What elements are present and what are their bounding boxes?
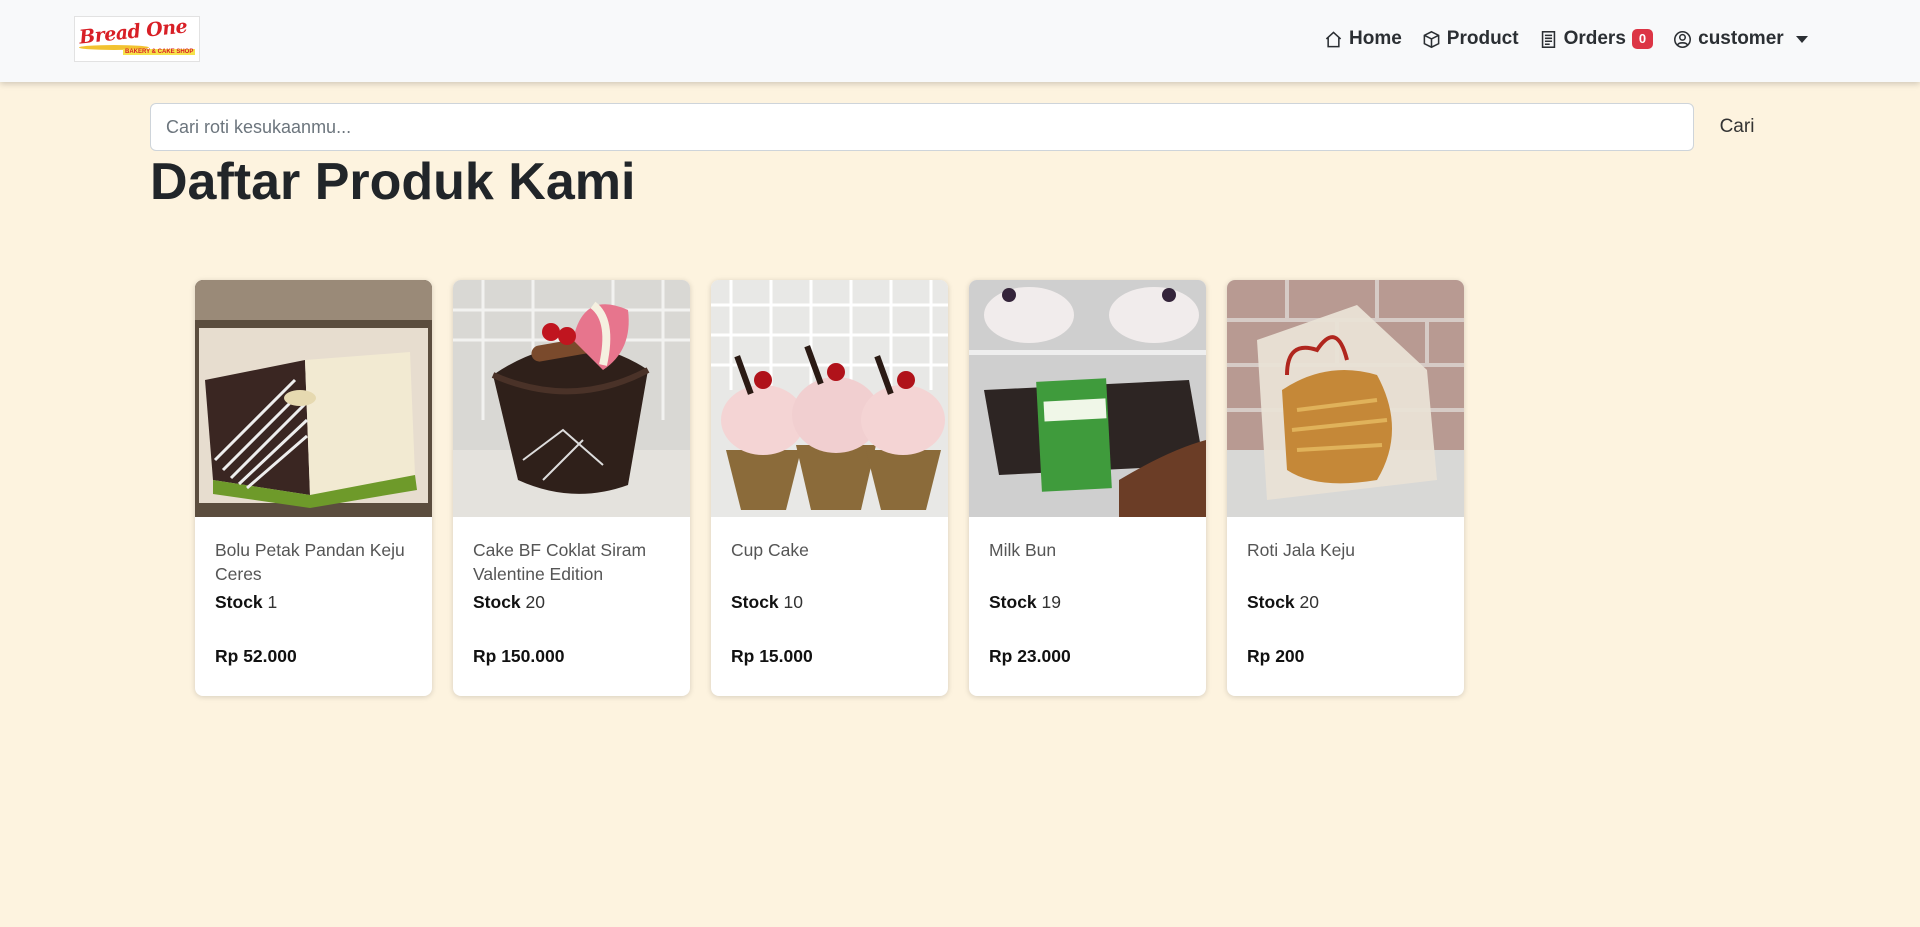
product-image	[1227, 280, 1464, 517]
stock-value: 20	[1299, 592, 1319, 612]
stock-value: 1	[267, 592, 278, 612]
product-card[interactable]: Cup Cake Stock 10 Rp 15.000	[711, 280, 948, 696]
product-stock: Stock 20	[473, 592, 545, 613]
product-price: Rp 23.000	[989, 646, 1071, 666]
nav-home-label: Home	[1349, 28, 1402, 49]
product-card[interactable]: Cake BF Coklat Siram Valentine Edition S…	[453, 280, 690, 696]
logo-tagline: BAKERY & CAKE SHOP	[123, 49, 196, 55]
product-image	[969, 280, 1206, 517]
page-title: Daftar Produk Kami	[150, 153, 636, 211]
search-input[interactable]	[150, 103, 1694, 151]
user-menu-dropdown[interactable]: customer	[1673, 28, 1808, 50]
nav-product-label: Product	[1446, 28, 1519, 49]
stock-label: Stock	[1247, 592, 1295, 612]
nav-product[interactable]: Product	[1422, 28, 1519, 50]
stock-value: 19	[1041, 592, 1061, 612]
chevron-down-icon	[1795, 35, 1808, 43]
stock-value: 20	[525, 592, 545, 612]
nav-orders[interactable]: Orders 0	[1539, 28, 1654, 50]
product-grid: Bolu Petak Pandan Keju Ceres Stock 1 Rp …	[195, 280, 1485, 696]
product-price: Rp 52.000	[215, 646, 297, 666]
product-card[interactable]: Milk Bun Stock 19 Rp 23.000	[969, 280, 1206, 696]
product-name: Bolu Petak Pandan Keju Ceres	[215, 540, 405, 584]
stock-label: Stock	[473, 592, 521, 612]
product-stock: Stock 20	[1247, 592, 1319, 613]
product-price: Rp 200	[1247, 646, 1305, 666]
nav-home[interactable]: Home	[1324, 28, 1402, 50]
brand-logo[interactable]: Bread One BAKERY & CAKE SHOP	[74, 15, 200, 62]
stock-label: Stock	[731, 592, 779, 612]
stock-value: 10	[783, 592, 803, 612]
product-image	[195, 280, 432, 517]
receipt-icon	[1541, 30, 1555, 48]
nav-menu: Home Product Orders 0 customer	[1324, 28, 1828, 50]
product-image	[711, 280, 948, 517]
user-circle-icon	[1674, 30, 1692, 48]
product-stock: Stock 1	[215, 592, 277, 613]
product-name: Milk Bun	[989, 540, 1057, 560]
product-name: Cup Cake	[731, 540, 809, 560]
stock-label: Stock	[989, 592, 1037, 612]
search-button[interactable]: Cari	[1706, 103, 1768, 151]
product-name: Roti Jala Keju	[1247, 540, 1355, 560]
box-icon	[1423, 30, 1440, 48]
user-menu-label: customer	[1698, 28, 1784, 49]
product-stock: Stock 10	[731, 592, 803, 613]
product-image	[453, 280, 690, 517]
house-icon	[1325, 30, 1342, 47]
navbar: Bread One BAKERY & CAKE SHOP Home Produc…	[0, 0, 1920, 82]
product-price: Rp 150.000	[473, 646, 565, 666]
product-price: Rp 15.000	[731, 646, 813, 666]
product-stock: Stock 19	[989, 592, 1061, 613]
nav-orders-label: Orders	[1563, 28, 1626, 49]
product-card[interactable]: Roti Jala Keju Stock 20 Rp 200	[1227, 280, 1464, 696]
logo-text: Bread One	[78, 15, 189, 49]
product-name: Cake BF Coklat Siram Valentine Edition	[473, 540, 647, 584]
stock-label: Stock	[215, 592, 263, 612]
product-card[interactable]: Bolu Petak Pandan Keju Ceres Stock 1 Rp …	[195, 280, 432, 696]
orders-count-badge: 0	[1631, 29, 1654, 49]
